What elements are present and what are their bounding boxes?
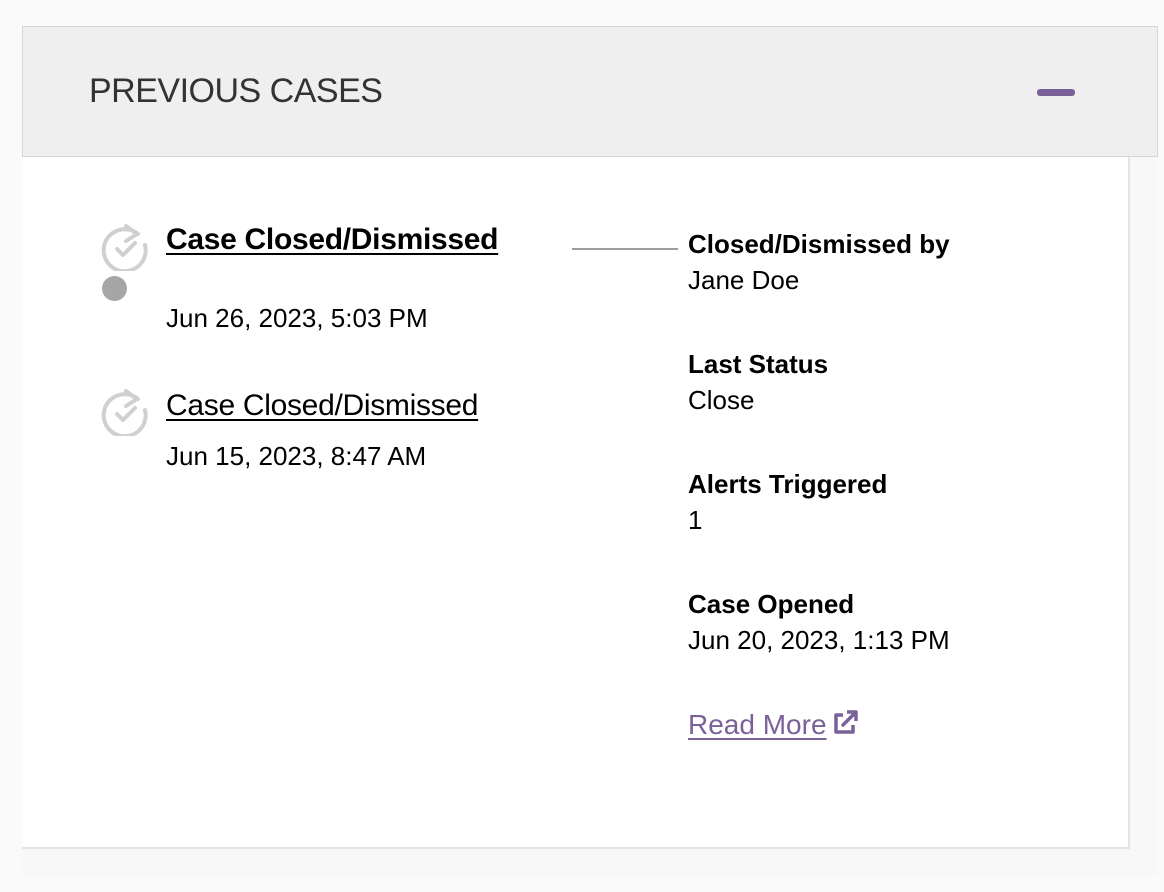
- previous-cases-panel: PREVIOUS CASES Case Closed/Dismissed Jun…: [22, 26, 1158, 876]
- alerts-triggered-value: 1: [688, 505, 703, 535]
- refresh-check-icon: [100, 384, 152, 439]
- active-indicator-dot: [102, 276, 127, 301]
- read-more-link[interactable]: Read More: [688, 709, 859, 741]
- case-link[interactable]: Case Closed/Dismissed: [166, 223, 498, 257]
- panel-title: PREVIOUS CASES: [89, 72, 383, 110]
- closed-by-label: Closed/Dismissed by: [688, 229, 950, 259]
- case-date: Jun 26, 2023, 5:03 PM: [166, 303, 428, 333]
- panel-body: Case Closed/Dismissed Jun 26, 2023, 5:03…: [22, 157, 1130, 849]
- last-status-value: Close: [688, 385, 755, 415]
- read-more-label: Read More: [688, 709, 827, 740]
- case-opened-value: Jun 20, 2023, 1:13 PM: [688, 625, 950, 655]
- panel-header[interactable]: PREVIOUS CASES: [22, 26, 1158, 157]
- minus-icon: [1037, 89, 1075, 96]
- closed-by-value: Jane Doe: [688, 265, 800, 295]
- alerts-triggered-label: Alerts Triggered: [688, 469, 888, 499]
- case-opened-label: Case Opened: [688, 589, 855, 619]
- detail-connector-line: [572, 248, 678, 250]
- case-date: Jun 15, 2023, 8:47 AM: [166, 441, 427, 471]
- case-link[interactable]: Case Closed/Dismissed: [166, 389, 478, 423]
- collapse-button[interactable]: [1029, 73, 1079, 111]
- last-status-label: Last Status: [688, 349, 829, 379]
- external-link-icon: [833, 710, 858, 734]
- refresh-check-icon: [100, 219, 152, 274]
